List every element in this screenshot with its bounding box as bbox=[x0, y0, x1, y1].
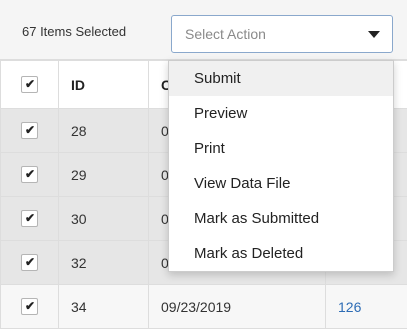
row-checkbox[interactable]: ✔ bbox=[21, 122, 38, 139]
action-dropdown-menu: Submit Preview Print View Data File Mark… bbox=[168, 60, 394, 272]
row-checkbox[interactable]: ✔ bbox=[21, 166, 38, 183]
row-id: 29 bbox=[59, 153, 149, 197]
row-id: 30 bbox=[59, 197, 149, 241]
selection-toolbar: 67 Items Selected Select Action bbox=[0, 0, 407, 60]
menu-item-mark-as-submitted[interactable]: Mark as Submitted bbox=[169, 201, 393, 236]
menu-item-preview[interactable]: Preview bbox=[169, 96, 393, 131]
id-column-header[interactable]: ID bbox=[59, 61, 149, 109]
row-id: 28 bbox=[59, 109, 149, 153]
menu-item-submit[interactable]: Submit bbox=[169, 61, 393, 96]
check-icon: ✔ bbox=[25, 80, 34, 89]
caret-down-icon[interactable] bbox=[368, 31, 380, 38]
selected-count-label: 67 Items Selected bbox=[22, 24, 126, 39]
check-icon: ✔ bbox=[25, 170, 34, 179]
select-all-checkbox[interactable]: ✔ bbox=[21, 76, 38, 93]
menu-item-mark-as-deleted[interactable]: Mark as Deleted bbox=[169, 236, 393, 271]
menu-item-print[interactable]: Print bbox=[169, 131, 393, 166]
menu-item-view-data-file[interactable]: View Data File bbox=[169, 166, 393, 201]
action-select[interactable]: Select Action bbox=[171, 15, 393, 53]
check-icon: ✔ bbox=[25, 302, 34, 311]
check-icon: ✔ bbox=[25, 258, 34, 267]
row-checkbox[interactable]: ✔ bbox=[21, 298, 38, 315]
check-icon: ✔ bbox=[25, 214, 34, 223]
select-all-cell: ✔ bbox=[1, 61, 59, 109]
row-id: 32 bbox=[59, 241, 149, 285]
row-checkbox[interactable]: ✔ bbox=[21, 210, 38, 227]
action-select-value: Select Action bbox=[185, 26, 266, 42]
row-checkbox[interactable]: ✔ bbox=[21, 254, 38, 271]
check-icon: ✔ bbox=[25, 126, 34, 135]
